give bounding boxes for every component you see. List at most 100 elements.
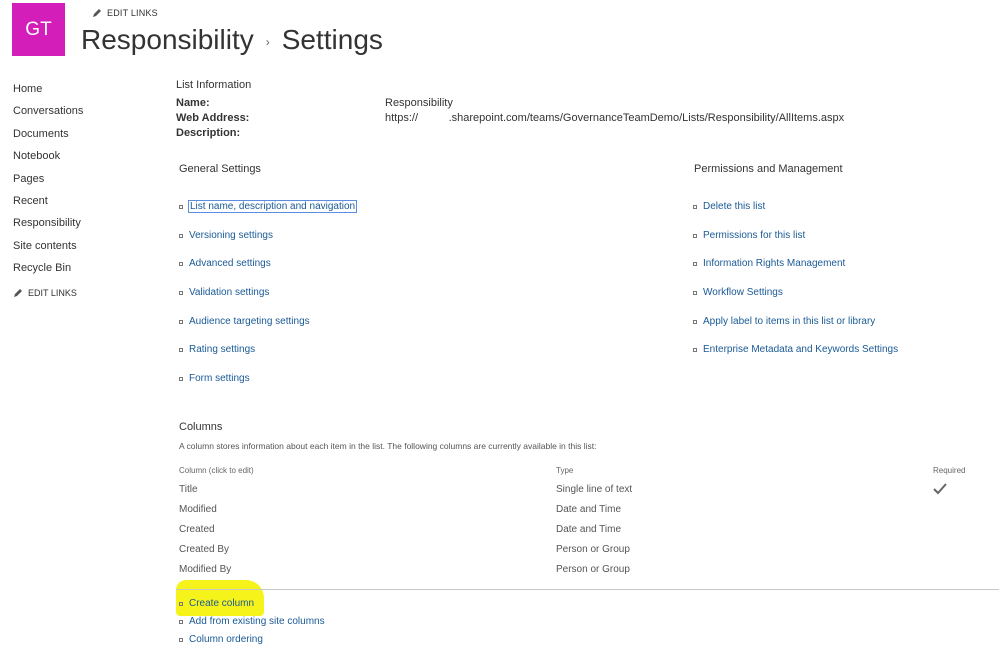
link-column-ordering[interactable]: Column ordering — [179, 634, 325, 648]
bullet-icon — [693, 262, 697, 267]
bullet-icon — [179, 348, 183, 353]
bullet-icon — [179, 602, 183, 606]
nav-item-notebook[interactable]: Notebook — [13, 147, 83, 169]
link-create-column[interactable]: Create column — [179, 598, 325, 616]
link-label: Advanced settings — [189, 258, 271, 270]
link-label: Delete this list — [703, 201, 766, 212]
web-address-value: https:// .sharepoint.com/teams/Governanc… — [385, 112, 845, 124]
link-information-rights-management[interactable]: Information Rights Management — [693, 258, 898, 287]
link-label: Validation settings — [189, 287, 270, 299]
nav-item-site-contents[interactable]: Site contents — [13, 237, 83, 259]
nav-item-recycle-bin[interactable]: Recycle Bin — [13, 259, 83, 281]
bullet-icon — [179, 620, 183, 624]
link-audience-targeting-settings[interactable]: Audience targeting settings — [179, 316, 356, 345]
nav-item-home[interactable]: Home — [13, 80, 83, 102]
link-label: Information Rights Management — [703, 258, 846, 270]
link-label: Apply label to items in this list or lib… — [703, 315, 876, 327]
link-label: Versioning settings — [189, 229, 273, 241]
column-name-created[interactable]: Created — [179, 524, 215, 535]
link-delete-this-list[interactable]: Delete this list — [693, 201, 898, 230]
link-label: Enterprise Metadata and Keywords Setting… — [703, 344, 899, 356]
bullet-icon — [179, 233, 183, 238]
link-workflow-settings[interactable]: Workflow Settings — [693, 287, 898, 316]
bullet-icon — [179, 291, 183, 296]
column-header-name: Column (click to edit) — [179, 466, 254, 475]
nav-edit-links[interactable]: EDIT LINKS — [13, 288, 83, 298]
column-name-modified[interactable]: Modified — [179, 504, 217, 515]
web-address-label: Web Address: — [176, 112, 250, 124]
column-header-type: Type — [556, 466, 574, 475]
column-type-modified-by: Person or Group — [556, 564, 630, 575]
site-logo[interactable]: GT — [12, 3, 65, 56]
link-label: Audience targeting settings — [189, 315, 310, 327]
checkmark-icon — [933, 483, 947, 495]
general-settings-heading: General Settings — [179, 163, 261, 175]
bullet-icon — [179, 205, 183, 209]
list-info-heading: List Information — [176, 79, 252, 91]
column-name-created-by[interactable]: Created By — [179, 544, 229, 555]
description-label: Description: — [176, 127, 241, 139]
breadcrumb-list-link[interactable]: Responsibility — [81, 24, 254, 56]
permissions-links: Delete this list Permissions for this li… — [693, 201, 898, 373]
top-edit-links[interactable]: EDIT LINKS — [92, 8, 158, 18]
name-value: Responsibility — [385, 97, 453, 109]
column-type-modified: Date and Time — [556, 504, 622, 515]
general-settings-links: List name, description and navigation Ve… — [179, 200, 358, 402]
link-enterprise-metadata[interactable]: Enterprise Metadata and Keywords Setting… — [693, 344, 898, 373]
page-title: Responsibility › Settings — [81, 24, 383, 56]
link-versioning-settings[interactable]: Versioning settings — [179, 230, 356, 259]
column-type-created: Date and Time — [556, 524, 622, 535]
breadcrumb-separator: › — [265, 35, 270, 49]
link-rating-settings[interactable]: Rating settings — [179, 344, 356, 373]
link-permissions-for-this-list[interactable]: Permissions for this list — [693, 230, 898, 259]
link-validation-settings[interactable]: Validation settings — [179, 287, 356, 316]
columns-heading: Columns — [179, 421, 223, 433]
link-list-name-description-navigation[interactable]: List name, description and navigation — [179, 200, 358, 230]
nav-item-documents[interactable]: Documents — [13, 125, 83, 147]
bullet-icon — [693, 291, 697, 296]
link-label: Permissions for this list — [703, 229, 806, 241]
nav-item-recent[interactable]: Recent — [13, 192, 83, 214]
column-name-modified-by[interactable]: Modified By — [179, 564, 231, 575]
link-label: Create column — [189, 598, 255, 609]
columns-divider — [176, 589, 999, 590]
nav-edit-links-label: EDIT LINKS — [28, 287, 77, 298]
info-row-name: Name: Responsibility — [176, 97, 453, 109]
left-navigation: Home Conversations Documents Notebook Pa… — [13, 80, 83, 298]
bullet-icon — [693, 205, 697, 209]
link-label: List name, description and navigation — [187, 200, 358, 213]
site-logo-text: GT — [25, 18, 52, 40]
breadcrumb-current-page: Settings — [281, 24, 383, 55]
bullet-icon — [693, 348, 697, 353]
pencil-icon — [93, 9, 101, 17]
link-label: Rating settings — [189, 344, 256, 356]
nav-item-pages[interactable]: Pages — [13, 170, 83, 192]
link-label: Workflow Settings — [703, 287, 783, 299]
link-form-settings[interactable]: Form settings — [179, 373, 356, 402]
nav-item-conversations[interactable]: Conversations — [13, 102, 83, 124]
top-edit-links-label: EDIT LINKS — [107, 8, 158, 18]
bullet-icon — [693, 319, 697, 324]
link-label: Column ordering — [189, 634, 263, 645]
link-label: Add from existing site columns — [189, 616, 325, 627]
column-type-created-by: Person or Group — [556, 544, 630, 555]
bullet-icon — [693, 233, 697, 238]
name-label: Name: — [176, 97, 210, 109]
column-actions: Create column Add from existing site col… — [179, 598, 325, 648]
column-name-title[interactable]: Title — [179, 484, 198, 495]
link-add-from-existing-site-columns[interactable]: Add from existing site columns — [179, 616, 325, 634]
link-apply-label[interactable]: Apply label to items in this list or lib… — [693, 316, 898, 345]
bullet-icon — [179, 638, 183, 642]
info-row-web-address: Web Address: https:// .sharepoint.com/tea… — [176, 112, 844, 124]
bullet-icon — [179, 377, 183, 382]
bullet-icon — [179, 319, 183, 324]
pencil-icon — [14, 288, 22, 297]
bullet-icon — [179, 262, 183, 267]
link-advanced-settings[interactable]: Advanced settings — [179, 258, 356, 287]
columns-description: A column stores information about each i… — [179, 441, 597, 451]
permissions-heading: Permissions and Management — [694, 163, 843, 175]
link-label: Form settings — [189, 373, 250, 385]
column-header-required: Required — [933, 466, 966, 475]
info-row-description: Description: — [176, 127, 385, 139]
nav-item-responsibility[interactable]: Responsibility — [13, 214, 83, 236]
